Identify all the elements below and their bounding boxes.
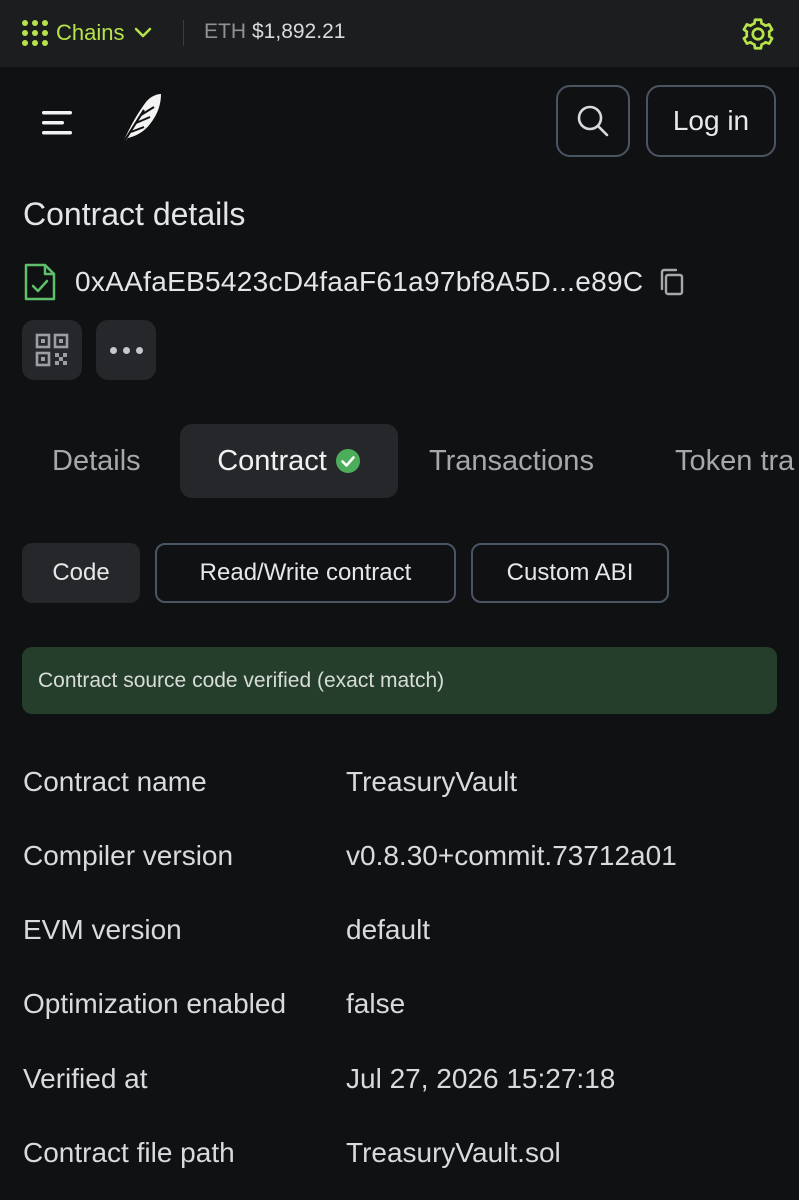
info-label: EVM version [23,914,182,945]
info-value: TreasuryVault [346,766,518,797]
info-label: Contract name [23,766,207,797]
info-row-optimization-enabled: Optimization enabled false [23,984,783,1024]
gear-icon[interactable] [740,16,776,52]
eth-price-value: $1,892.21 [252,20,346,43]
info-row-contract-name: Contract name TreasuryVault [23,762,783,802]
eth-label: ETH [204,20,246,43]
feather-logo[interactable] [114,92,164,150]
info-row-verified-at: Verified at Jul 27, 2026 15:27:18 [23,1059,783,1099]
login-button[interactable]: Log in [646,85,776,157]
chains-label: Chains [56,20,125,45]
tab-contract[interactable]: Contract [180,424,398,498]
more-dot-icon [122,346,130,354]
qr-code-button[interactable] [22,320,82,380]
divider [183,20,184,46]
info-label: Compiler version [23,840,234,871]
subtab-custom-abi[interactable]: Custom ABI [471,543,669,603]
subtab-read-write-contract[interactable]: Read/Write contract [155,543,456,603]
tab-transactions[interactable]: Transactions [429,424,594,498]
chevron-down-icon [135,27,152,38]
info-value: v0.8.30+commit.73712a01 [346,840,677,871]
copy-icon[interactable] [657,267,687,297]
page-title: Contract details [23,196,246,232]
info-value: false [346,988,406,1019]
search-button[interactable] [556,85,630,157]
info-row-compiler-version: Compiler version v0.8.30+commit.73712a01 [23,836,783,876]
qr-code-icon [35,333,69,367]
menu-icon[interactable] [42,110,76,136]
verified-banner: Contract source code verified (exact mat… [22,647,777,714]
more-dot-icon [135,346,143,354]
tab-token-transfers[interactable]: Token tra [675,424,794,498]
tab-bar: Details Contract Transactions Token tra [0,424,799,498]
more-options-button[interactable] [96,320,156,380]
verified-contract-icon [24,263,56,301]
search-icon [577,105,609,137]
info-value: TreasuryVault.sol [346,1137,561,1168]
info-label: Verified at [23,1063,148,1094]
contract-address: 0xAAfaEB5423cD4faaF61a97bf8A5D...e89C [75,266,644,297]
info-row-evm-version: EVM version default [23,910,783,950]
info-value: Jul 27, 2026 15:27:18 [346,1063,616,1094]
more-dot-icon [109,346,117,354]
grid-icon [22,20,48,46]
tab-details[interactable]: Details [52,424,141,498]
tab-contract-label: Contract [217,444,327,477]
info-label: Optimization enabled [23,988,287,1019]
info-value: default [346,914,431,945]
top-bar: Chains ETH $1,892.21 [0,0,799,67]
info-row-contract-file-path: Contract file path TreasuryVault.sol [23,1133,783,1173]
address-row: 0xAAfaEB5423cD4faaF61a97bf8A5D...e89C [23,262,687,302]
check-circle-icon [335,449,360,473]
subtab-code[interactable]: Code [22,543,140,603]
eth-price: ETH $1,892.21 [204,20,345,44]
chains-dropdown[interactable]: Chains [22,18,152,48]
info-label: Contract file path [23,1137,235,1168]
